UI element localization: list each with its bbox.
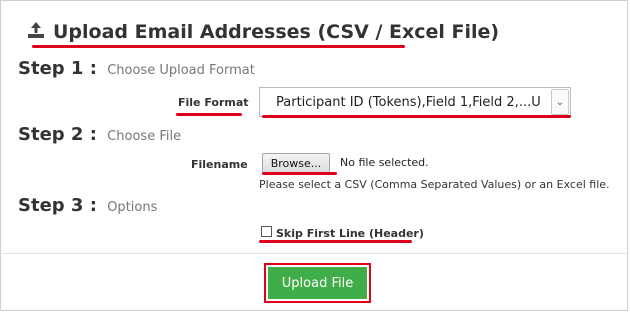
step-2-label: Step 2 : (18, 124, 97, 145)
chevron-down-icon[interactable]: ⌄ (551, 89, 569, 115)
upload-button-highlight: Upload File (264, 263, 371, 303)
skip-first-line-highlight (259, 240, 412, 243)
no-file-text: No file selected. (340, 156, 429, 169)
panel-title-text: Upload Email Addresses (CSV / Excel File… (53, 21, 500, 43)
file-format-select[interactable]: Participant ID (Tokens),Field 1,Field 2,… (259, 87, 571, 117)
upload-file-button[interactable]: Upload File (268, 267, 367, 299)
upload-icon (27, 21, 45, 44)
title-highlight (32, 45, 405, 48)
file-format-label-highlight (176, 113, 242, 116)
panel-title: Upload Email Addresses (CSV / Excel File… (27, 17, 499, 47)
skip-first-line-checkbox[interactable] (261, 226, 272, 237)
file-format-select-highlight (262, 115, 571, 118)
step-2: Step 2 : Choose File (18, 124, 181, 145)
browse-button-highlight (262, 172, 337, 175)
browse-button[interactable]: Browse... (262, 153, 330, 173)
step-3: Step 3 : Options (18, 195, 157, 216)
step-1-subtitle: Choose Upload Format (107, 63, 255, 78)
file-format-value: Participant ID (Tokens),Field 1,Field 2,… (276, 94, 541, 110)
step-1-label: Step 1 : (18, 58, 97, 79)
step-1: Step 1 : Choose Upload Format (18, 58, 255, 79)
skip-first-line-label[interactable]: Skip First Line (Header) (276, 227, 424, 240)
step-3-label: Step 3 : (18, 195, 97, 216)
file-format-label: File Format (178, 96, 249, 109)
filename-label: Filename (191, 158, 248, 171)
step-3-subtitle: Options (107, 200, 158, 215)
step-2-subtitle: Choose File (107, 129, 182, 144)
file-help-text: Please select a CSV (Comma Separated Val… (259, 178, 610, 191)
footer-divider (0, 253, 628, 254)
